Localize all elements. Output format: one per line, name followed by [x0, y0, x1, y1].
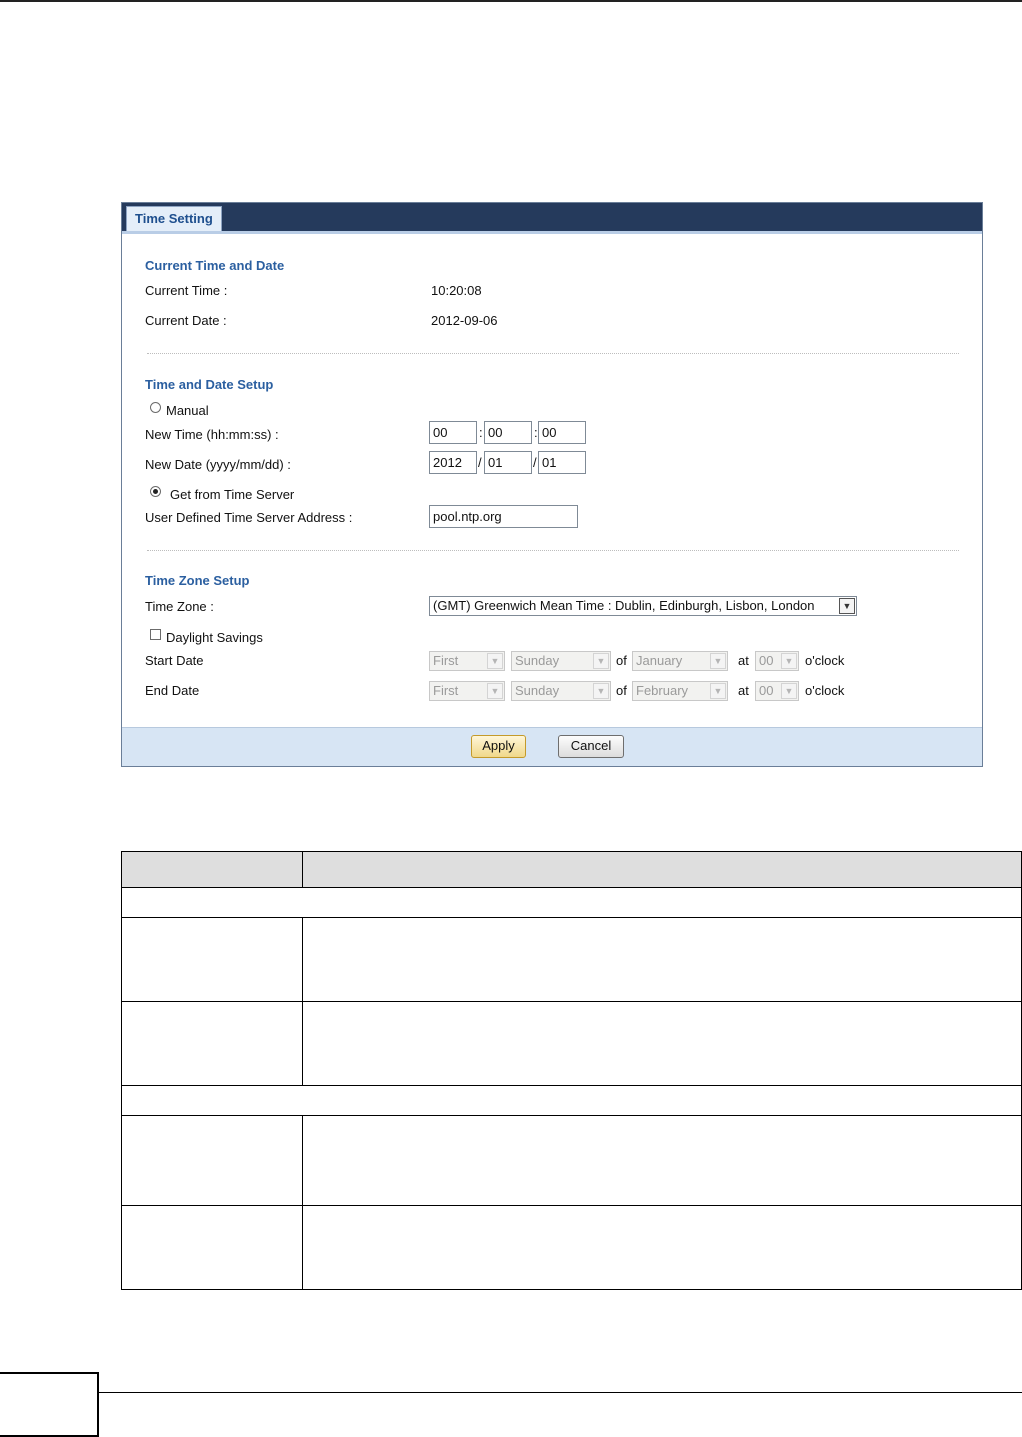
- table-cell: [302, 1205, 1022, 1290]
- table-cell: [302, 1001, 1022, 1086]
- of-text: of: [616, 653, 627, 668]
- table-header-cell: [121, 851, 303, 888]
- end-month-select[interactable]: February ▼: [632, 681, 728, 701]
- table-row: [121, 1115, 1022, 1206]
- date-separator: /: [533, 455, 537, 470]
- year-input[interactable]: [429, 451, 477, 474]
- end-hour-value: 00: [759, 683, 774, 698]
- chevron-down-icon: ▼: [781, 683, 797, 699]
- chevron-down-icon: ▼: [487, 683, 503, 699]
- date-separator: /: [478, 455, 482, 470]
- oclock-text: o'clock: [805, 683, 845, 698]
- table-cell: [121, 1001, 303, 1086]
- table-section-cell: [121, 887, 1022, 918]
- start-date-label: Start Date: [145, 653, 204, 668]
- end-week-select[interactable]: First ▼: [429, 681, 505, 701]
- page-bottom-rule: [0, 1392, 1022, 1393]
- chevron-down-icon: ▼: [839, 598, 855, 614]
- table-row: [121, 1001, 1022, 1086]
- divider: [147, 353, 959, 354]
- section-title-setup: Time and Date Setup: [145, 377, 274, 392]
- at-text: at: [738, 653, 749, 668]
- section-title-timezone: Time Zone Setup: [145, 573, 250, 588]
- new-time-label: New Time (hh:mm:ss) :: [145, 427, 279, 442]
- time-server-label: Get from Time Server: [170, 487, 295, 502]
- new-date-label: New Date (yyyy/mm/dd) :: [145, 457, 291, 472]
- page-top-rule: [0, 0, 1022, 2]
- start-week-select[interactable]: First ▼: [429, 651, 505, 671]
- end-hour-select[interactable]: 00 ▼: [755, 681, 799, 701]
- of-text: of: [616, 683, 627, 698]
- minute-input[interactable]: [484, 421, 532, 444]
- start-week-value: First: [433, 653, 459, 668]
- manual-label: Manual: [166, 403, 209, 418]
- end-month-value: February: [636, 683, 689, 698]
- page-number-box: [0, 1372, 99, 1437]
- table-cell: [121, 917, 303, 1002]
- current-time-label: Current Time :: [145, 283, 228, 298]
- start-day-select[interactable]: Sunday ▼: [511, 651, 611, 671]
- cancel-button[interactable]: Cancel: [558, 735, 624, 758]
- day-input[interactable]: [538, 451, 586, 474]
- month-input[interactable]: [484, 451, 532, 474]
- table-row: [121, 917, 1022, 1002]
- time-zone-label: Time Zone :: [145, 599, 214, 614]
- end-day-select[interactable]: Sunday ▼: [511, 681, 611, 701]
- tab-bar: Time Setting: [122, 203, 982, 231]
- description-table: [121, 851, 1022, 1290]
- time-separator: :: [479, 425, 483, 440]
- table-cell: [121, 1115, 303, 1206]
- current-date-label: Current Date :: [145, 313, 227, 328]
- end-date-label: End Date: [145, 683, 200, 698]
- table-row: [121, 1205, 1022, 1290]
- table-cell: [121, 1205, 303, 1290]
- manual-radio[interactable]: [150, 402, 161, 413]
- time-server-radio[interactable]: [150, 486, 161, 497]
- start-day-value: Sunday: [515, 653, 560, 668]
- apply-button[interactable]: Apply: [471, 735, 526, 758]
- current-date-value: 2012-09-06: [431, 313, 498, 328]
- second-input[interactable]: [538, 421, 586, 444]
- start-month-value: January: [636, 653, 683, 668]
- table-section-cell: [121, 1085, 1022, 1116]
- button-bar: Apply Cancel: [122, 727, 982, 766]
- section-title-current: Current Time and Date: [145, 258, 285, 273]
- daylight-savings-label: Daylight Savings: [166, 630, 263, 645]
- at-text: at: [738, 683, 749, 698]
- chevron-down-icon: ▼: [593, 653, 609, 669]
- table-cell: [302, 1115, 1022, 1206]
- time-setting-window: Time Setting Current Time and Date Curre…: [121, 202, 983, 767]
- end-day-value: Sunday: [515, 683, 560, 698]
- start-hour-select[interactable]: 00 ▼: [755, 651, 799, 671]
- table-cell: [302, 917, 1022, 1002]
- table-header-row: [121, 851, 1022, 888]
- server-address-label: User Defined Time Server Address :: [145, 510, 353, 525]
- table-header-cell: [302, 851, 1022, 888]
- table-section-row: [121, 1085, 1022, 1116]
- end-week-value: First: [433, 683, 459, 698]
- tab-time-setting[interactable]: Time Setting: [126, 206, 222, 231]
- time-zone-select[interactable]: (GMT) Greenwich Mean Time : Dublin, Edin…: [429, 596, 857, 616]
- chevron-down-icon: ▼: [710, 683, 726, 699]
- server-address-input[interactable]: [429, 505, 578, 528]
- daylight-savings-checkbox[interactable]: [150, 629, 161, 640]
- form-content: Current Time and Date Current Time : 10:…: [122, 234, 982, 727]
- chevron-down-icon: ▼: [781, 653, 797, 669]
- start-month-select[interactable]: January ▼: [632, 651, 728, 671]
- divider: [147, 550, 959, 551]
- table-section-row: [121, 887, 1022, 918]
- chevron-down-icon: ▼: [593, 683, 609, 699]
- oclock-text: o'clock: [805, 653, 845, 668]
- hour-input[interactable]: [429, 421, 477, 444]
- current-time-value: 10:20:08: [431, 283, 482, 298]
- time-zone-value: (GMT) Greenwich Mean Time : Dublin, Edin…: [433, 598, 815, 613]
- start-hour-value: 00: [759, 653, 774, 668]
- chevron-down-icon: ▼: [710, 653, 726, 669]
- chevron-down-icon: ▼: [487, 653, 503, 669]
